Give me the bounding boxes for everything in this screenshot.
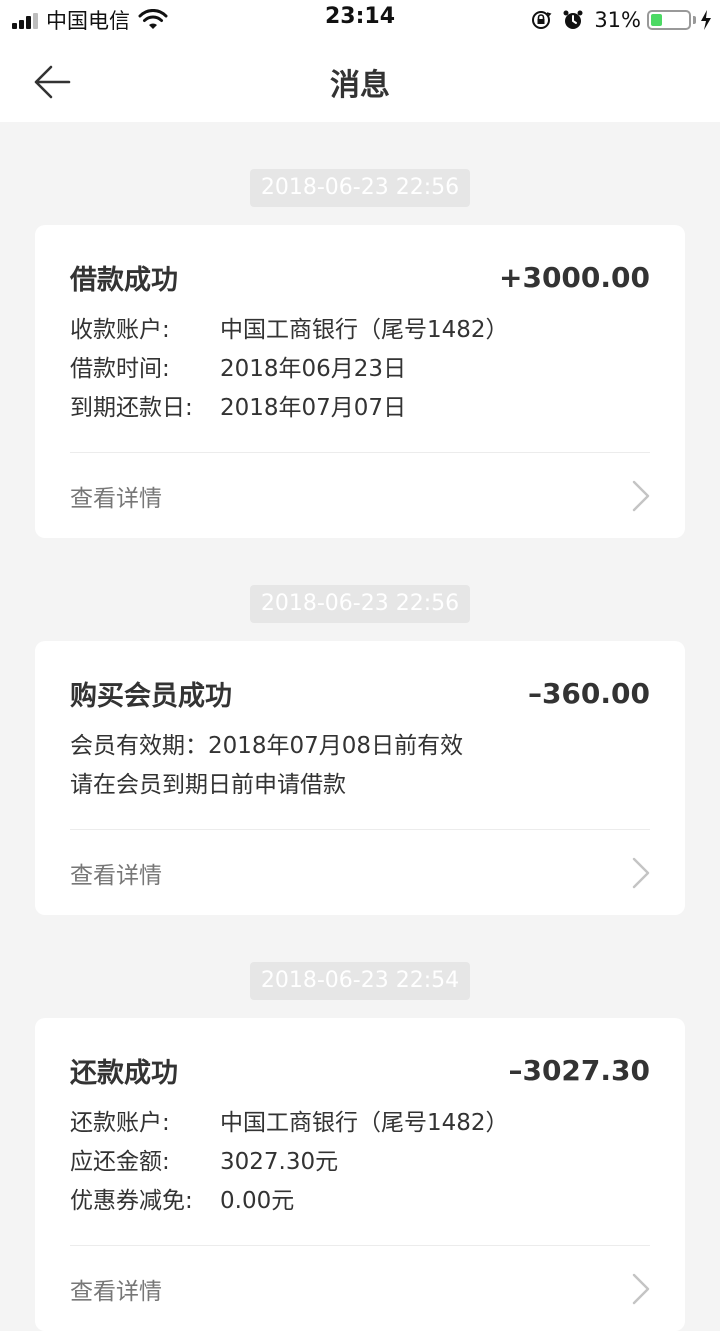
info-row: 收款账户: 中国工商银行（尾号1482）	[70, 311, 650, 350]
status-bar: 中国电信 23:14 31%	[0, 0, 720, 40]
chevron-right-icon	[632, 857, 650, 888]
card-header: 借款成功 +3000.00	[70, 225, 650, 296]
card-title: 借款成功	[70, 264, 178, 296]
message-group: 2018-06-23 22:54 还款成功 –3027.30 还款账户: 中国工…	[0, 915, 720, 1331]
chevron-right-icon	[632, 480, 650, 511]
message-card-loan: 借款成功 +3000.00 收款账户: 中国工商银行（尾号1482） 借款时间:…	[35, 225, 685, 538]
timestamp-row: 2018-06-23 22:54	[0, 915, 720, 1000]
info-line: 会员有效期：2018年07月08日前有效	[70, 733, 464, 759]
card-body: 还款账户: 中国工商银行（尾号1482） 应还金额: 3027.30元 优惠券减…	[70, 1088, 650, 1246]
card-header: 还款成功 –3027.30	[70, 1018, 650, 1089]
card-amount: +3000.00	[499, 260, 650, 294]
message-card-membership: 购买会员成功 –360.00 会员有效期：2018年07月08日前有效 请在会员…	[35, 641, 685, 915]
card-body: 收款账户: 中国工商银行（尾号1482） 借款时间: 2018年06月23日 到…	[70, 295, 650, 453]
message-timestamp: 2018-06-23 22:54	[249, 962, 471, 1000]
info-value: 中国工商银行（尾号1482）	[220, 1110, 509, 1136]
battery-level	[651, 14, 663, 26]
message-timestamp: 2018-06-23 22:56	[249, 585, 471, 623]
info-label: 到期还款日:	[70, 395, 193, 421]
nav-bar: 消息	[0, 40, 720, 122]
info-row: 应还金额: 3027.30元	[70, 1143, 650, 1182]
card-title: 还款成功	[70, 1057, 178, 1089]
page-title: 消息	[330, 68, 390, 103]
message-group: 2018-06-23 22:56 借款成功 +3000.00 收款账户: 中国工…	[0, 122, 720, 538]
alarm-icon	[563, 10, 583, 29]
message-timestamp: 2018-06-23 22:56	[249, 169, 471, 207]
card-amount: –360.00	[527, 676, 650, 710]
info-line: 请在会员到期日前申请借款	[70, 772, 346, 798]
info-label: 优惠券减免:	[70, 1188, 193, 1214]
info-row: 优惠券减免: 0.00元	[70, 1182, 650, 1221]
info-label: 收款账户:	[70, 317, 170, 343]
info-label: 借款时间:	[70, 356, 170, 382]
info-label: 还款账户:	[70, 1110, 170, 1136]
card-header: 购买会员成功 –360.00	[70, 641, 650, 712]
card-title: 购买会员成功	[70, 680, 232, 712]
view-details-button[interactable]: 查看详情	[70, 453, 650, 538]
card-body: 会员有效期：2018年07月08日前有效 请在会员到期日前申请借款	[70, 711, 650, 830]
info-value: 3027.30元	[220, 1149, 339, 1175]
view-details-label: 查看详情	[70, 1278, 162, 1305]
card-amount: –3027.30	[508, 1053, 650, 1087]
info-value: 中国工商银行（尾号1482）	[220, 317, 509, 343]
view-details-button[interactable]: 查看详情	[70, 830, 650, 915]
battery-icon	[647, 10, 691, 30]
charging-icon	[701, 10, 711, 30]
info-value: 2018年06月23日	[220, 356, 407, 382]
message-group: 2018-06-23 22:56 购买会员成功 –360.00 会员有效期：20…	[0, 538, 720, 915]
info-row: 借款时间: 2018年06月23日	[70, 350, 650, 389]
view-details-button[interactable]: 查看详情	[70, 1246, 650, 1331]
info-value: 0.00元	[220, 1188, 295, 1214]
status-right: 31%	[530, 6, 712, 34]
chevron-right-icon	[632, 1273, 650, 1304]
rotation-lock-icon	[532, 11, 552, 29]
message-list[interactable]: 2018-06-23 22:56 借款成功 +3000.00 收款账户: 中国工…	[0, 122, 720, 1331]
message-card-repayment: 还款成功 –3027.30 还款账户: 中国工商银行（尾号1482） 应还金额:…	[35, 1018, 685, 1331]
battery-percent: 31%	[594, 8, 641, 32]
view-details-label: 查看详情	[70, 862, 162, 889]
info-row: 到期还款日: 2018年07月07日	[70, 389, 650, 428]
battery-tip	[693, 16, 696, 24]
timestamp-row: 2018-06-23 22:56	[0, 538, 720, 623]
view-details-label: 查看详情	[70, 485, 162, 512]
info-value: 2018年07月07日	[220, 395, 407, 421]
timestamp-row: 2018-06-23 22:56	[0, 122, 720, 207]
info-label: 应还金额:	[70, 1149, 170, 1175]
info-row: 还款账户: 中国工商银行（尾号1482）	[70, 1104, 650, 1143]
